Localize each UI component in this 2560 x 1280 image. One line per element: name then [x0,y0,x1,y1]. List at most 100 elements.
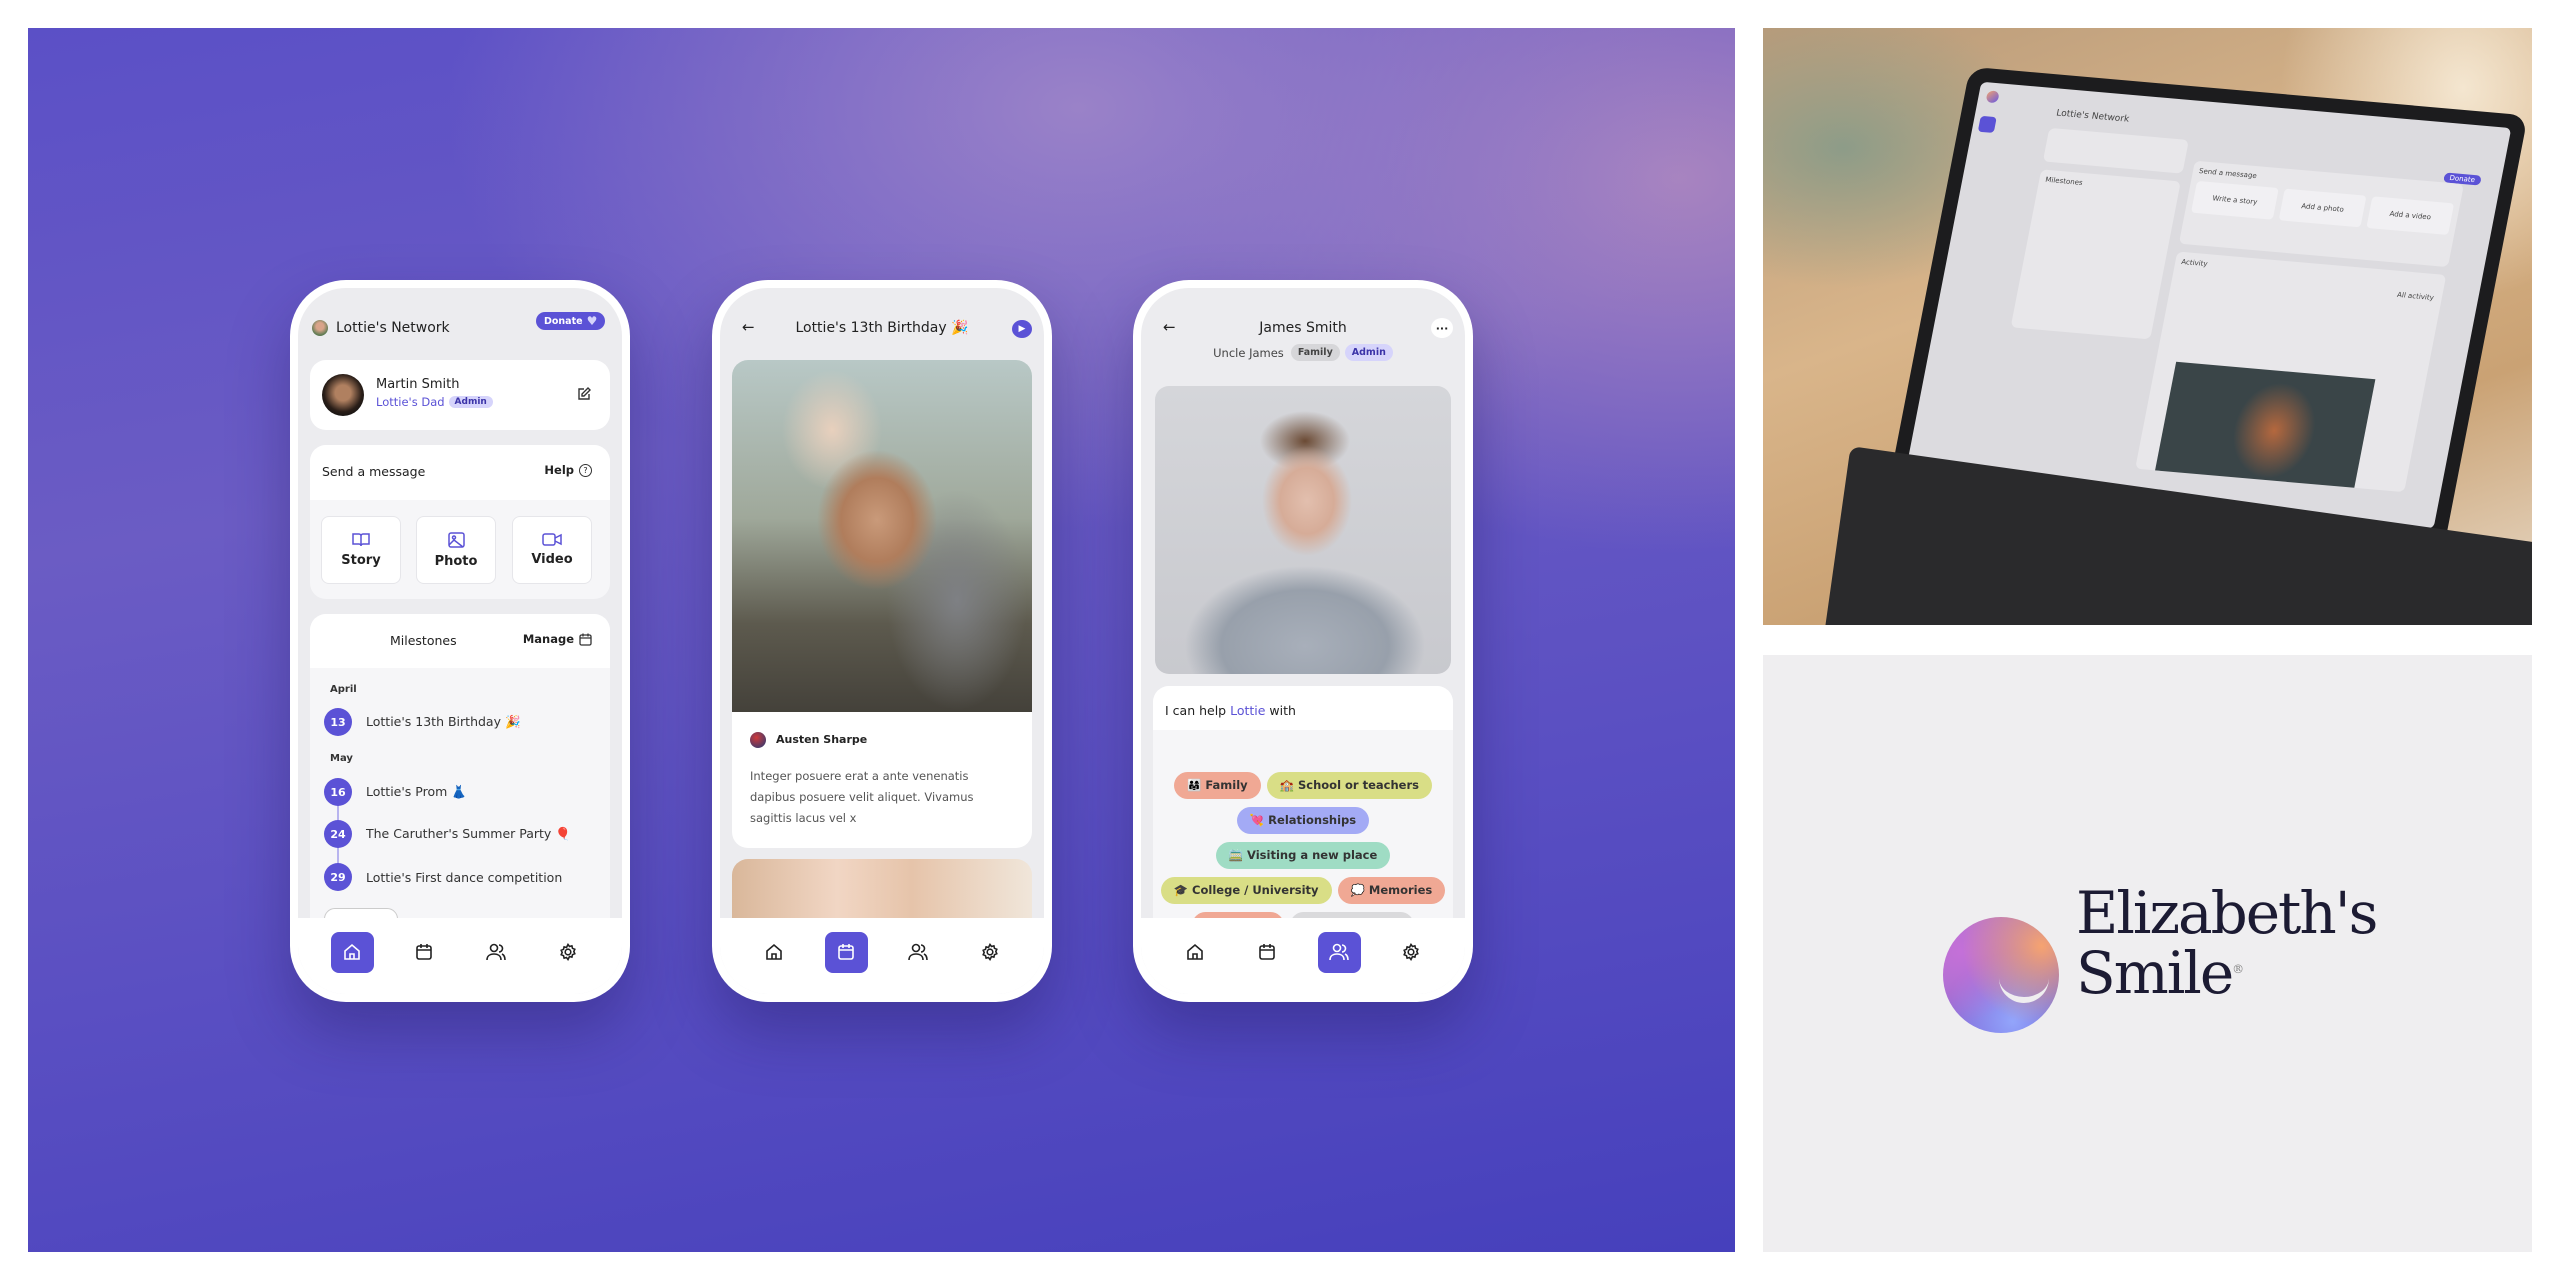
admin-tag: Admin [1344,344,1393,361]
milestone-day: 24 [324,820,352,848]
gear-icon [1403,943,1419,961]
nav-settings[interactable] [547,932,590,973]
manage-label: Manage [522,632,574,646]
logo-panel: Elizabeth's Smile® [1763,655,2532,1252]
laptop-dog-photo [2155,361,2376,488]
nav-calendar[interactable] [824,931,868,973]
milestone-label: The Caruther's Summer Party 🎈 [366,826,571,841]
nav-people[interactable] [475,932,518,973]
manage-button[interactable]: Manage [523,632,592,646]
photo-button[interactable]: Photo [416,516,496,584]
brand-logo-mark [1943,917,2059,1033]
milestone-label: Lottie's First dance competition [366,869,563,885]
help-chip[interactable]: 💘 Relationships [1236,807,1370,834]
bottom-nav [720,918,1044,994]
ellipsis-icon: ··· [1435,321,1449,335]
nav-calendar[interactable] [403,932,446,973]
nav-people[interactable] [897,932,940,973]
laptop-story: Write a story [2191,180,2279,220]
photo-label: Photo [434,553,478,569]
profile-relation: Lottie's Dad [376,395,445,409]
milestone-item[interactable]: 24 The Caruther's Summer Party 🎈 [324,820,571,848]
network-title: Lottie's Network [336,320,450,336]
help-circle-icon: ? [579,463,592,477]
month-label: May [330,753,353,764]
milestone-item[interactable]: 16 Lottie's Prom 👗 [324,778,467,806]
bottom-nav [298,918,622,994]
post-card[interactable]: Austen Sharpe Integer posuere erat a ant… [732,360,1032,848]
people-icon [486,943,506,961]
milestone-day: 13 [324,708,352,736]
help-chip[interactable]: 🎓 College / University [1160,877,1332,904]
milestones-title: Milestones [390,633,457,648]
nav-settings[interactable] [969,932,1012,973]
nickname: Uncle James [1213,345,1284,360]
laptop-photo: Add a photo [2278,188,2367,228]
phone-profile: ← James Smith ··· Uncle James Family Adm… [1133,280,1473,1002]
play-button[interactable]: ▶ [1012,320,1032,338]
milestone-day: 29 [324,863,352,891]
nav-people[interactable] [1317,931,1361,973]
help-button[interactable]: Help ? [544,463,592,477]
help-chip[interactable]: 💭 Memories [1337,877,1446,904]
post-text: Integer posuere erat a ante venenatis da… [750,769,974,825]
author-avatar [750,732,766,748]
avatar [322,374,364,416]
calendar-icon [1259,944,1275,960]
family-tag: Family [1290,344,1340,361]
post-author: Austen Sharpe [776,733,868,746]
event-title: Lottie's 13th Birthday 🎉 [795,320,969,336]
more-options-button[interactable]: ··· [1431,318,1453,338]
donate-label: Donate [544,315,583,327]
help-chips: 👨‍👩‍👧 Family 🏫 School or teachers 💘 Relati… [1157,768,1449,943]
help-chip[interactable]: 👨‍👩‍👧 Family [1174,772,1261,799]
home-icon [344,943,360,960]
laptop-video: Add a video [2366,196,2455,236]
profile-card[interactable]: Martin Smith Lottie's Dad Admin [310,360,610,430]
milestones-card: Milestones Manage April 13 Lottie's 13th… [310,614,610,954]
phone-home: Lottie's Network Donate ♥ Martin Smith L… [290,280,630,1002]
heart-icon: ♥ [586,314,598,328]
network-header: Lottie's Network [312,320,450,336]
nav-settings[interactable] [1390,932,1433,973]
milestone-label: Lottie's Prom 👗 [366,784,467,799]
post-photo [732,360,1032,712]
brand-line-2: Smile [2076,939,2234,1007]
edit-icon[interactable] [576,386,592,402]
home-icon [1187,943,1203,960]
video-button[interactable]: Video [512,516,592,584]
milestone-item[interactable]: 29 Lottie's First dance competition [324,863,562,891]
image-icon [447,531,465,548]
help-heading: I can help Lottie with [1165,703,1296,718]
nav-home[interactable] [753,932,796,973]
help-chip[interactable]: 🏫 School or teachers [1266,772,1432,799]
home-icon [766,943,782,960]
nav-calendar[interactable] [1246,932,1289,973]
sidebar-home [1977,115,1997,134]
nav-home[interactable] [1174,932,1217,973]
calendar-icon [416,944,432,960]
play-icon: ▶ [1018,324,1026,334]
gear-icon [560,943,576,961]
laptop-photo: Lottie's Network Donate Milestones Send … [1763,28,2532,625]
book-icon [352,533,370,547]
help-chip[interactable]: 🚞 Visiting a new place [1215,842,1391,869]
laptop-milestones: Milestones [2044,175,2084,187]
nav-home[interactable] [330,931,374,973]
laptop-network-title: Lottie's Network [2055,108,2131,125]
network-avatar [312,320,328,336]
calendar-icon [579,633,592,646]
brand-wordmark: Elizabeth's Smile® [2076,883,2378,1003]
send-message-title: Send a message [322,464,426,479]
help-label: Help [544,463,574,477]
story-label: Story [341,553,381,568]
send-message-card: Send a message Help ? Story Photo Video [310,445,610,599]
milestone-label: Lottie's 13th Birthday 🎉 [366,714,521,729]
milestone-day: 16 [324,778,352,806]
month-label: April [330,684,357,695]
calendar-icon [838,944,854,960]
milestone-item[interactable]: 13 Lottie's 13th Birthday 🎉 [324,708,521,736]
story-button[interactable]: Story [321,516,401,584]
donate-button[interactable]: Donate ♥ [536,312,606,330]
people-icon [908,943,928,961]
